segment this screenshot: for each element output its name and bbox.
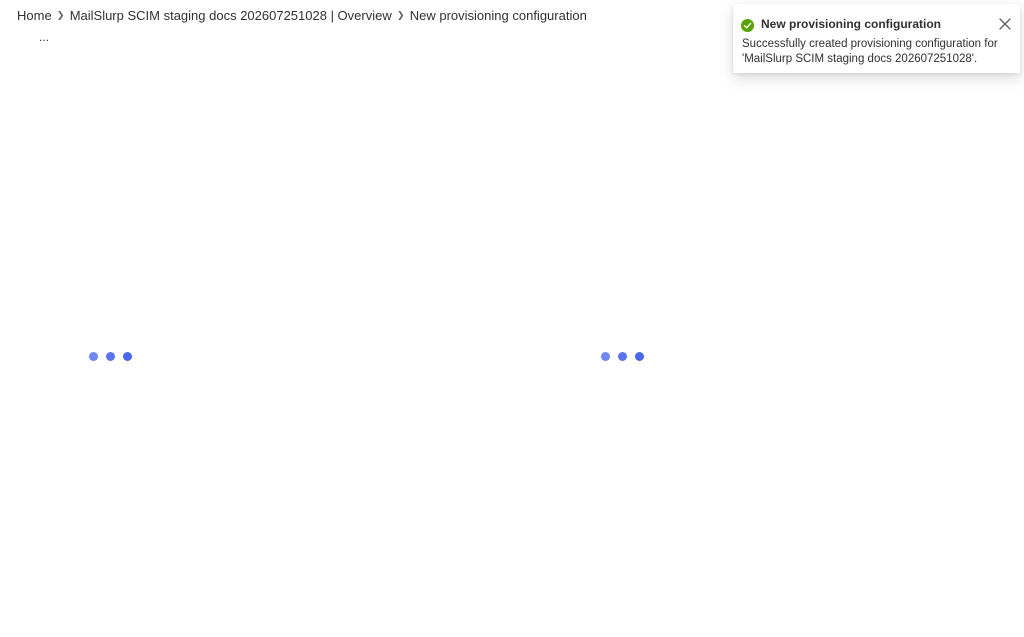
loading-dot <box>89 352 98 361</box>
loading-dot <box>601 352 610 361</box>
breadcrumb: Home ❯ MailSlurp SCIM staging docs 20260… <box>17 6 587 24</box>
page: Home ❯ MailSlurp SCIM staging docs 20260… <box>0 0 1024 637</box>
loading-dots-icon <box>601 352 644 361</box>
breadcrumb-current-page: New provisioning configuration <box>409 7 587 23</box>
more-actions-button[interactable]: ... <box>35 31 53 46</box>
loading-dot <box>123 352 132 361</box>
breadcrumb-app-overview[interactable]: MailSlurp SCIM staging docs 202607251028… <box>70 8 392 23</box>
notification-message: Successfully created provisioning config… <box>742 38 998 65</box>
loading-dots-icon <box>89 352 132 361</box>
notification-toast: New provisioning configuration Successfu… <box>733 4 1020 73</box>
close-icon[interactable] <box>998 17 1012 31</box>
chevron-right-icon: ❯ <box>396 10 405 20</box>
loading-dot <box>106 352 115 361</box>
success-check-icon <box>741 19 754 32</box>
notification-title: New provisioning configuration <box>761 17 941 31</box>
loading-dot <box>618 352 627 361</box>
breadcrumb-home[interactable]: Home <box>17 8 52 23</box>
loading-dot <box>635 352 644 361</box>
chevron-right-icon: ❯ <box>56 10 65 20</box>
